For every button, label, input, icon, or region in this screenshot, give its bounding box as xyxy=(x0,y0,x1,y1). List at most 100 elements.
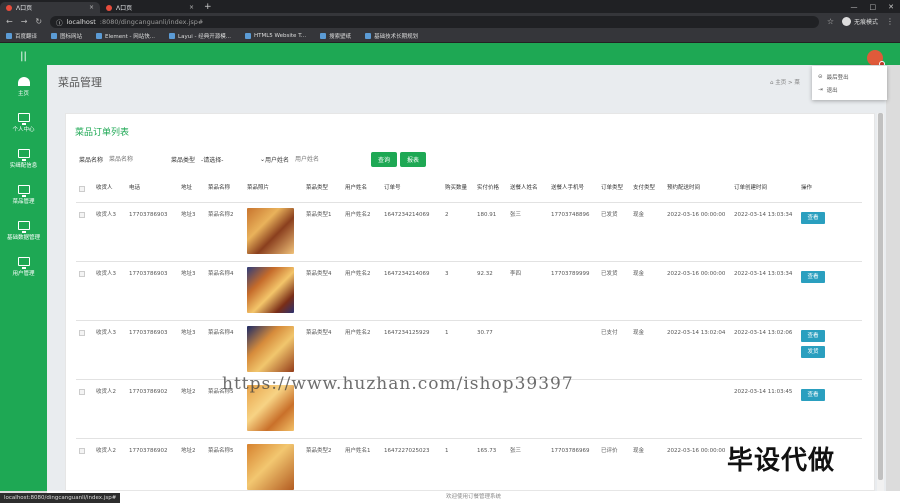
column-header: 菜品类型 xyxy=(306,185,329,191)
cell-status: 已评价 xyxy=(601,448,618,454)
column-header: 预约配送时间 xyxy=(667,185,701,191)
view-button[interactable]: 查看 xyxy=(801,271,825,283)
cell-receiver: 收货人3 xyxy=(96,330,116,336)
dish-name-input[interactable] xyxy=(109,154,172,165)
forward-icon[interactable]: → xyxy=(21,17,28,26)
row-checkbox[interactable] xyxy=(79,448,85,454)
table-header: 收货人 电话 地址 菜品名称 菜品照片 菜品类型 用户姓名 订单号 购买数量 实付价格 送餐人姓名 送… xyxy=(76,175,862,203)
cell-receiver: 收货人2 xyxy=(96,448,116,454)
column-header: 订单号 xyxy=(384,185,401,191)
incognito-indicator[interactable]: 无痕模式 xyxy=(841,17,878,26)
menu-item-last-logout[interactable]: ⊝ 最后登出 xyxy=(818,70,881,83)
sidebar-item-delivery-info[interactable]: 实缉配信息 xyxy=(0,141,47,177)
bookmark-favicon-icon xyxy=(96,33,103,39)
select-cell xyxy=(76,212,93,218)
cell-created: 2022-03-14 13:03:34 xyxy=(734,271,793,277)
cell-type: 菜品类型4 xyxy=(306,271,332,277)
browser-menu-icon[interactable]: ⋮ xyxy=(886,17,894,26)
bookmark-favicon-icon xyxy=(169,33,176,39)
browser-tab[interactable]: Λ口页 × xyxy=(0,2,100,13)
row-checkbox[interactable] xyxy=(79,212,85,218)
close-window-icon[interactable]: ✕ xyxy=(888,3,894,11)
dish-type-select[interactable]: -请选择- ⌄ xyxy=(201,154,265,165)
minimize-icon[interactable]: — xyxy=(851,3,858,11)
order-list-card: 菜品订单列表 菜品名称 菜品类型 -请选择- ⌄ 用户姓名 查询 报表 收货人 电… xyxy=(65,113,875,491)
select-cell xyxy=(76,330,93,336)
column-header: 实付价格 xyxy=(477,185,500,191)
view-button[interactable]: 查看 xyxy=(801,389,825,401)
report-button[interactable]: 报表 xyxy=(400,152,427,167)
ship-button[interactable]: 发货 xyxy=(801,346,825,358)
row-checkbox[interactable] xyxy=(79,389,85,395)
column-header: 支付类型 xyxy=(633,185,656,191)
query-button[interactable]: 查询 xyxy=(371,152,398,167)
url-field[interactable]: ⓘ localhost:8080/dingcanguanli/index.jsp… xyxy=(50,15,819,28)
sidebar-item-label: 菜品管理 xyxy=(12,199,35,205)
dish-photo xyxy=(247,326,294,372)
sidebar-item-home[interactable]: 主页 xyxy=(0,69,47,105)
menu-item-label: 退出 xyxy=(826,87,838,94)
cell-pay: 现金 xyxy=(633,330,645,336)
row-checkbox[interactable] xyxy=(79,271,85,277)
bookmark-item[interactable]: Element - 网站快... xyxy=(96,32,155,40)
breadcrumb-home[interactable]: 主页 xyxy=(775,80,786,86)
new-tab-icon[interactable]: + xyxy=(204,2,212,12)
close-tab-icon[interactable]: × xyxy=(189,4,194,11)
sidebar-item-base-data[interactable]: 基础数据管理 xyxy=(0,213,47,249)
cell-courier-phone: 17703748896 xyxy=(551,212,590,218)
column-header: 送餐人手机号 xyxy=(551,185,585,191)
bookmark-label: 搜索壁纸 xyxy=(329,34,352,40)
breadcrumb-separator: > 菜 xyxy=(788,80,800,86)
scrollbar[interactable] xyxy=(877,113,884,491)
bookmark-label: Layui - 经典开源模... xyxy=(178,34,231,40)
bookmark-star-icon[interactable]: ☆ xyxy=(827,17,834,26)
footer: 欢迎使用订餐管理系统 xyxy=(47,491,900,503)
reload-icon[interactable]: ↻ xyxy=(35,17,42,26)
bookmark-item[interactable]: 百度翻译 xyxy=(6,32,37,40)
sidebar-item-profile[interactable]: 个人中心 xyxy=(0,105,47,141)
home-icon: ⌂ xyxy=(770,80,774,86)
bookmark-item[interactable]: 搜索壁纸 xyxy=(320,32,351,40)
user-name-input[interactable] xyxy=(295,154,372,165)
back-icon[interactable]: ← xyxy=(6,17,13,26)
dish-type-value: -请选择- xyxy=(201,157,224,164)
view-button[interactable]: 查看 xyxy=(801,330,825,342)
bookmark-item[interactable]: 基础技术长期规划 xyxy=(365,32,418,40)
actions-cell: 查看 发货 xyxy=(798,330,834,362)
column-header: 菜品名称 xyxy=(208,185,231,191)
sidebar-item-users[interactable]: 用户管理 xyxy=(0,249,47,285)
maximize-icon[interactable]: □ xyxy=(870,3,877,11)
cell-phone: 17703786903 xyxy=(129,271,168,277)
column-header: 操作 xyxy=(801,185,813,191)
select-all-checkbox[interactable] xyxy=(79,185,85,192)
avatar[interactable] xyxy=(867,50,885,67)
cell-phone: 17703786902 xyxy=(129,448,168,454)
cell-qty: 2 xyxy=(445,212,449,218)
incognito-icon xyxy=(841,17,851,26)
search-form: 菜品名称 菜品类型 -请选择- ⌄ 用户姓名 查询 报表 xyxy=(79,152,427,167)
view-button[interactable]: 查看 xyxy=(801,212,825,224)
cell-type: 菜品类型4 xyxy=(306,330,332,336)
card-title: 菜品订单列表 xyxy=(75,128,130,138)
bookmark-item[interactable]: Layui - 经典开源模... xyxy=(169,32,231,40)
cell-booking: 2022-03-16 00:00:00 xyxy=(667,448,726,454)
page-title: 菜品管理 xyxy=(58,76,102,89)
scrollbar-thumb[interactable] xyxy=(878,113,883,480)
cell-status: 已发货 xyxy=(601,271,618,277)
row-checkbox[interactable] xyxy=(79,330,85,336)
bookmark-label: 图标网站 xyxy=(60,34,83,40)
status-url: localhost:8080/dingcanguanli/index.jsp# xyxy=(0,493,121,503)
browser-tab[interactable]: Λ口页 × xyxy=(100,2,200,13)
menu-item-exit[interactable]: ⇥ 退出 xyxy=(818,83,881,96)
cell-dish: 菜品名称4 xyxy=(208,330,234,336)
select-cell xyxy=(76,448,93,454)
tab-favicon-icon xyxy=(106,4,112,11)
cell-qty: 1 xyxy=(445,448,449,454)
bookmark-item[interactable]: HTML5 Website T... xyxy=(244,33,306,39)
watermark-text: 毕设代做 xyxy=(727,446,836,476)
sidebar-item-dish-management[interactable]: 菜品管理 xyxy=(0,177,47,213)
cell-created: 2022-03-14 13:03:34 xyxy=(734,212,793,218)
cell-price: 30.77 xyxy=(477,330,493,336)
close-tab-icon[interactable]: × xyxy=(89,4,94,11)
bookmark-item[interactable]: 图标网站 xyxy=(51,32,82,40)
